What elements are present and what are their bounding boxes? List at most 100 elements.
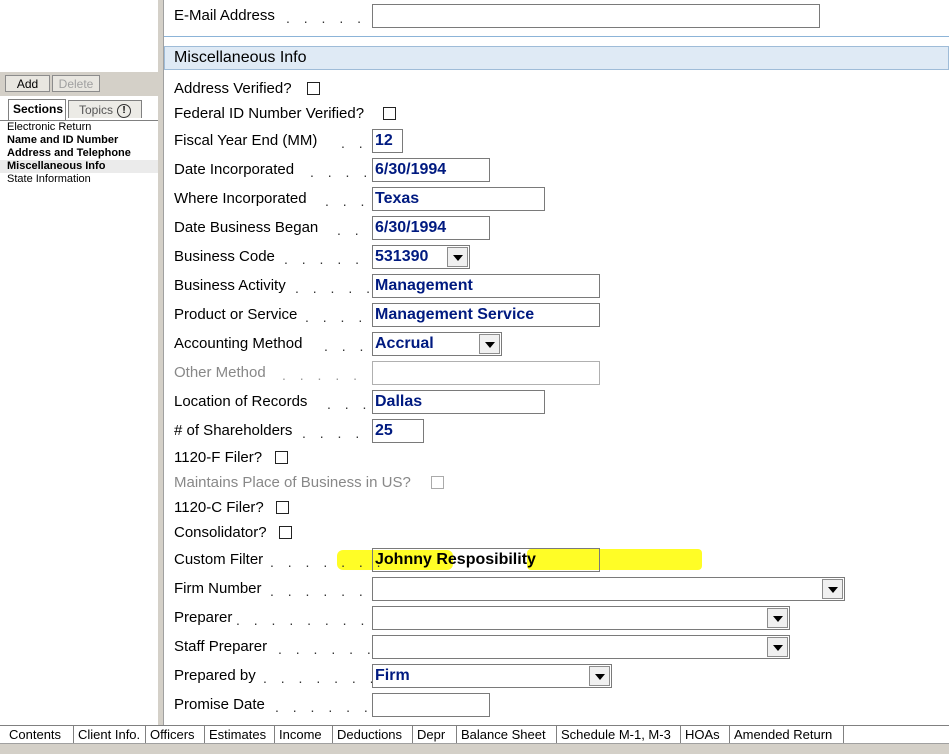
tab-topics[interactable]: Topics! (68, 100, 142, 118)
date-incorporated-label: Date Incorporated (174, 161, 295, 178)
leader-dots: . . . . . . (275, 699, 373, 715)
f1120f-filer-label: 1120-F Filer? (174, 449, 263, 466)
location-of-records-field[interactable]: Dallas (372, 390, 545, 414)
section-list: Electronic Return Name and ID Number Add… (0, 121, 158, 186)
leader-dots: . . . . . . (284, 251, 382, 267)
main-form: E-Mail Address . . . . . Miscellaneous I… (164, 0, 949, 725)
f1120f-filer-checkbox[interactable] (275, 451, 288, 464)
shareholders-label: # of Shareholders (174, 422, 293, 439)
status-bar (0, 743, 949, 754)
leader-dots: . . . (324, 338, 369, 354)
panel-tabs: Sections Topics! (0, 98, 158, 121)
section-item-state-information[interactable]: State Information (0, 173, 158, 186)
address-verified-checkbox[interactable] (307, 82, 320, 95)
email-field[interactable] (372, 4, 820, 28)
location-of-records-label: Location of Records (174, 393, 308, 410)
staff-preparer-label: Staff Preparer (174, 638, 268, 655)
c1120-filer-label: 1120-C Filer? (174, 499, 264, 516)
business-code-label: Business Code (174, 248, 275, 265)
alert-icon: ! (117, 103, 131, 118)
promise-date-label: Promise Date (174, 696, 265, 713)
fed-id-verified-checkbox[interactable] (383, 107, 396, 120)
tab-deductions[interactable]: Deductions (333, 726, 413, 744)
leader-dots: . . . . . (286, 10, 367, 26)
c1120-filer-checkbox[interactable] (276, 501, 289, 514)
tab-amended-return[interactable]: Amended Return (730, 726, 844, 744)
tab-hoas[interactable]: HOAs (681, 726, 730, 744)
accounting-method-combo[interactable]: Accrual (372, 332, 502, 356)
shareholders-field[interactable]: 25 (372, 419, 424, 443)
fed-id-verified-label: Federal ID Number Verified? (174, 105, 365, 122)
prepared-by-label: Prepared by (174, 667, 256, 684)
prepared-by-value: Firm (375, 667, 410, 684)
dropdown-arrow-icon[interactable] (447, 247, 468, 267)
consolidator-checkbox[interactable] (279, 526, 292, 539)
bottom-tab-bar: Contents Client Info. Officers Estimates… (0, 725, 949, 744)
dropdown-arrow-icon[interactable] (822, 579, 843, 599)
preparer-combo[interactable] (372, 606, 790, 630)
prepared-by-combo[interactable]: Firm (372, 664, 612, 688)
fiscal-year-end-label: Fiscal Year End (MM) (174, 132, 318, 149)
tab-topics-label: Topics (78, 103, 113, 117)
section-item-address-and-telephone[interactable]: Address and Telephone (0, 147, 158, 160)
maintains-place-checkbox (431, 476, 444, 489)
dropdown-arrow-icon[interactable] (479, 334, 500, 354)
leader-dots: . . . (327, 396, 372, 412)
accounting-method-label: Accounting Method (174, 335, 303, 352)
business-code-value: 531390 (375, 248, 429, 265)
add-button[interactable]: Add (5, 75, 50, 92)
leader-dots: . . . . . . . (270, 554, 386, 570)
tab-balance-sheet[interactable]: Balance Sheet (457, 726, 557, 744)
where-incorporated-label: Where Incorporated (174, 190, 307, 207)
firm-number-label: Firm Number (174, 580, 262, 597)
promise-date-field[interactable] (372, 693, 490, 717)
custom-filter-field[interactable]: Johnny Resposibility (372, 548, 600, 572)
leader-dots: . . . . . . . (263, 670, 379, 686)
other-method-field (372, 361, 600, 385)
leader-dots: . . . . . (302, 425, 383, 441)
section-item-name-and-id[interactable]: Name and ID Number (0, 134, 158, 147)
date-incorporated-field[interactable]: 6/30/1994 (372, 158, 490, 182)
fiscal-year-end-field[interactable]: 12 (372, 129, 403, 153)
tab-estimates[interactable]: Estimates (205, 726, 275, 744)
left-panel: Add Delete Sections Topics! Electronic R… (0, 0, 158, 725)
business-activity-field[interactable]: Management (372, 274, 600, 298)
where-incorporated-field[interactable]: Texas (372, 187, 545, 211)
dropdown-arrow-icon[interactable] (767, 637, 788, 657)
section-toolbar: Add Delete (0, 72, 158, 96)
tab-contents[interactable]: Contents (5, 726, 74, 744)
business-code-combo[interactable]: 531390 (372, 245, 470, 269)
leader-dots: . . (341, 135, 368, 151)
dropdown-arrow-icon[interactable] (767, 608, 788, 628)
product-or-service-label: Product or Service (174, 306, 298, 323)
dropdown-arrow-icon[interactable] (589, 666, 610, 686)
misc-info-header: Miscellaneous Info (164, 46, 949, 70)
firm-number-combo[interactable] (372, 577, 845, 601)
section-item-miscellaneous-info[interactable]: Miscellaneous Info (0, 160, 158, 173)
maintains-place-label: Maintains Place of Business in US? (174, 474, 411, 491)
tab-sections[interactable]: Sections (8, 99, 66, 120)
address-verified-label: Address Verified? (174, 80, 292, 97)
leader-dots: . . . . . (295, 280, 376, 296)
tab-officers[interactable]: Officers (146, 726, 205, 744)
tab-depr[interactable]: Depr (413, 726, 457, 744)
tab-client-info[interactable]: Client Info. (74, 726, 146, 744)
date-business-began-label: Date Business Began (174, 219, 319, 236)
business-activity-label: Business Activity (174, 277, 286, 294)
email-label: E-Mail Address (174, 7, 275, 24)
custom-filter-label: Custom Filter (174, 551, 264, 568)
staff-preparer-combo[interactable] (372, 635, 790, 659)
section-item-electronic-return[interactable]: Electronic Return (0, 121, 158, 134)
delete-button[interactable]: Delete (52, 75, 100, 92)
other-method-label: Other Method (174, 364, 266, 381)
consolidator-label: Consolidator? (174, 524, 267, 541)
tab-income[interactable]: Income (275, 726, 333, 744)
date-business-began-field[interactable]: 6/30/1994 (372, 216, 490, 240)
preparer-label: Preparer (174, 609, 233, 626)
leader-dots: . . . . . . (278, 641, 376, 657)
leader-dots: . . . . . (282, 367, 363, 383)
tab-schedule-m1-m3[interactable]: Schedule M-1, M-3 (557, 726, 681, 744)
leader-dots: . . . . . . . . . (236, 612, 388, 628)
leader-dots: . . . . (310, 164, 373, 180)
product-or-service-field[interactable]: Management Service (372, 303, 600, 327)
